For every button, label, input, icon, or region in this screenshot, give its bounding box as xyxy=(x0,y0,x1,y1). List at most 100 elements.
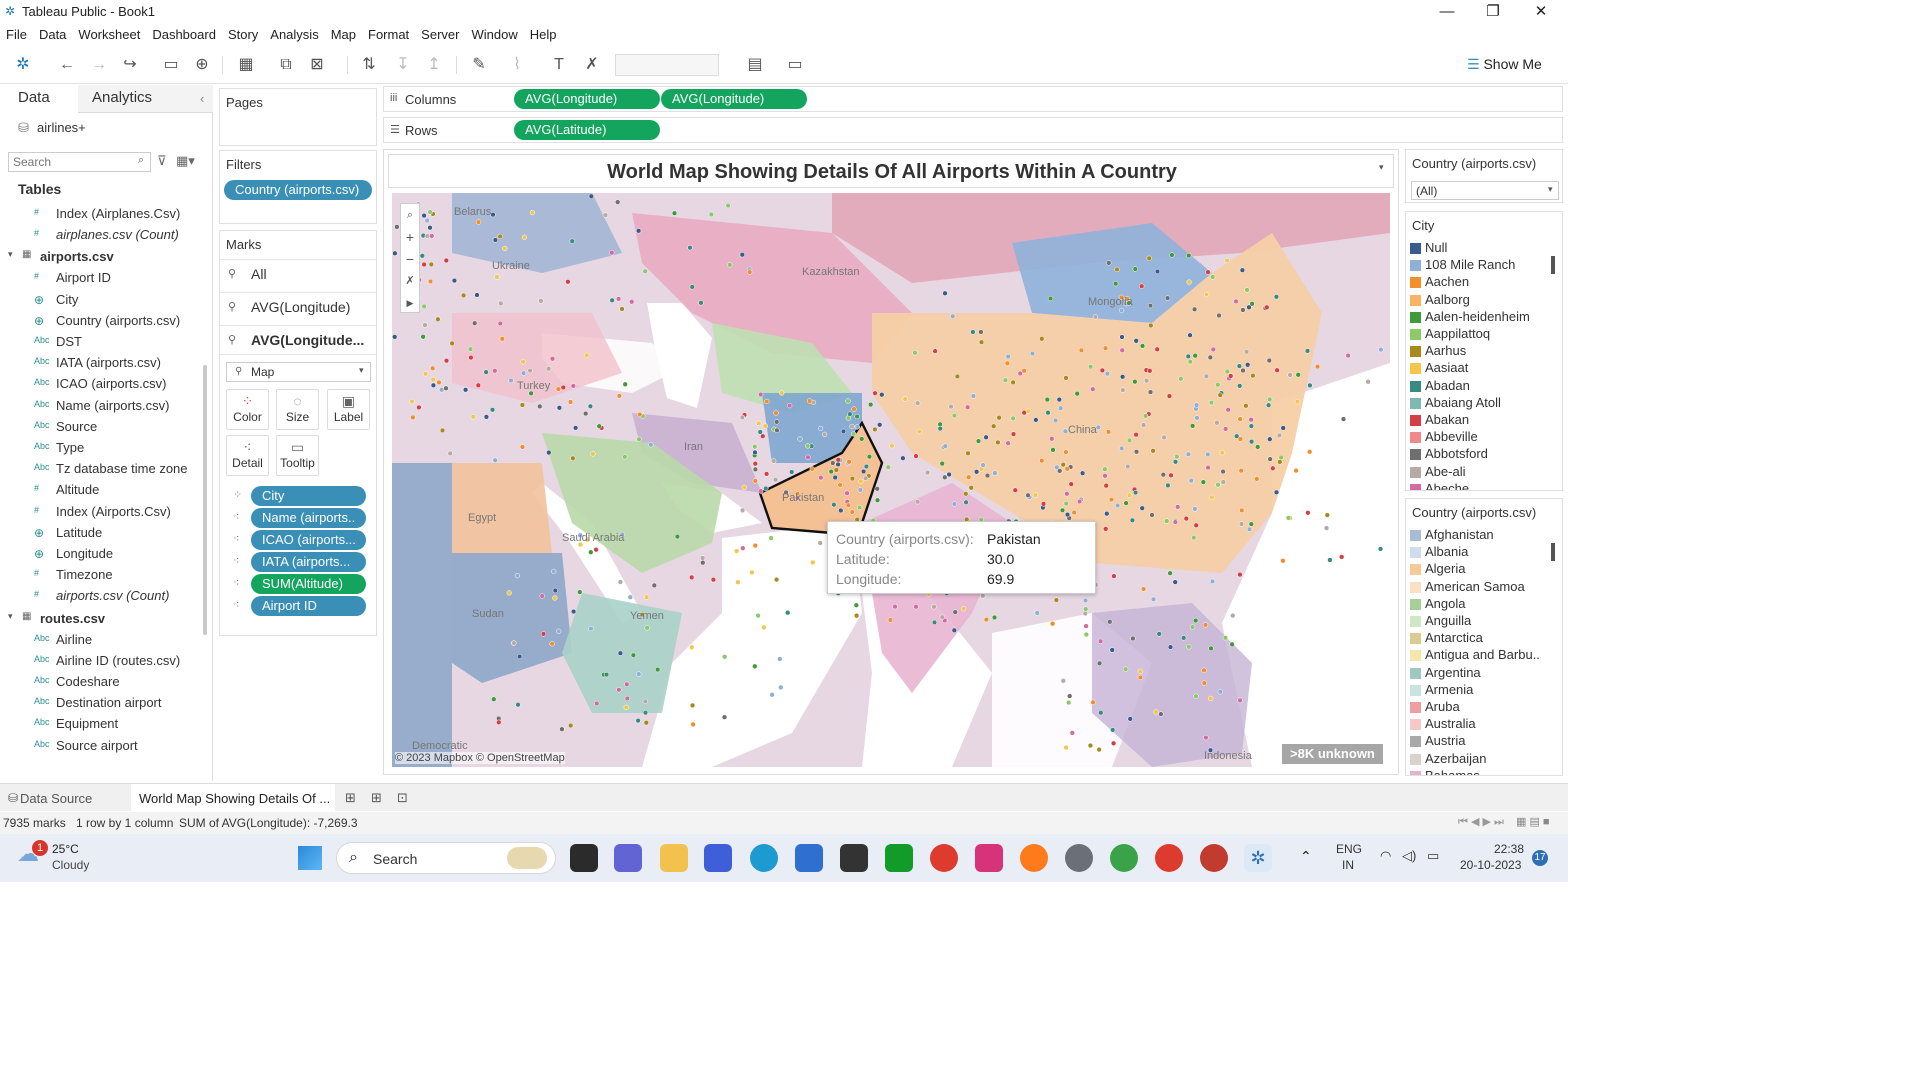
expand-toolbar-icon[interactable]: ▶ xyxy=(401,292,419,314)
airport-point[interactable] xyxy=(475,219,482,225)
columns-pill-2[interactable]: AVG(Longitude) xyxy=(661,89,807,109)
airport-point[interactable] xyxy=(560,384,566,391)
airport-point[interactable] xyxy=(1092,314,1099,320)
airport-point[interactable] xyxy=(1240,307,1246,313)
airport-point[interactable] xyxy=(1160,472,1166,478)
airport-point[interactable] xyxy=(763,471,770,477)
airport-point[interactable] xyxy=(1147,389,1154,395)
airport-point[interactable] xyxy=(785,610,791,616)
legend-item[interactable]: Aasiaat xyxy=(1410,360,1550,377)
airport-point[interactable] xyxy=(409,398,415,405)
airport-point[interactable] xyxy=(629,299,635,305)
mark-type-dropdown[interactable]: ⚲ Map ▾ xyxy=(226,362,371,382)
airport-point[interactable] xyxy=(845,502,852,508)
airport-point[interactable] xyxy=(1050,447,1056,453)
airport-point[interactable] xyxy=(708,211,714,218)
airport-point[interactable] xyxy=(424,217,430,224)
marks-layer-longitude-2[interactable]: ⚲ AVG(Longitude... xyxy=(220,325,376,355)
airport-point[interactable] xyxy=(671,210,678,216)
airport-point[interactable] xyxy=(449,340,455,347)
airport-point[interactable] xyxy=(570,455,576,461)
instagram-icon[interactable] xyxy=(975,844,1003,872)
taskbar-search-box[interactable]: ⌕ Search xyxy=(336,842,556,874)
airport-point[interactable] xyxy=(439,427,446,434)
airport-point[interactable] xyxy=(1021,368,1027,374)
airport-point[interactable] xyxy=(900,455,906,461)
legend-item[interactable]: Abaiang Atoll xyxy=(1410,395,1550,412)
airport-point[interactable] xyxy=(1220,479,1226,485)
airport-point[interactable] xyxy=(951,627,957,633)
airport-point[interactable] xyxy=(1205,451,1211,458)
airport-point[interactable] xyxy=(854,424,860,430)
airport-point[interactable] xyxy=(951,412,958,419)
airport-point[interactable] xyxy=(752,466,759,473)
airport-point[interactable] xyxy=(497,233,503,240)
airport-point[interactable] xyxy=(1208,695,1214,702)
airport-point[interactable] xyxy=(496,719,502,725)
weather-desc[interactable]: Cloudy xyxy=(52,858,89,872)
airport-point[interactable] xyxy=(602,212,609,218)
airport-point[interactable] xyxy=(774,427,780,434)
airport-point[interactable] xyxy=(1165,482,1171,489)
menu-dashboard[interactable]: Dashboard xyxy=(146,24,222,42)
airport-point[interactable] xyxy=(421,303,427,310)
airport-point[interactable] xyxy=(849,475,856,482)
airport-point[interactable] xyxy=(420,334,426,340)
airport-point[interactable] xyxy=(430,376,436,383)
legend-item[interactable]: 108 Mile Ranch xyxy=(1410,257,1550,274)
airport-point[interactable] xyxy=(540,631,547,637)
legend-item[interactable]: Abeche xyxy=(1410,481,1550,490)
airport-point[interactable] xyxy=(1103,526,1109,532)
airport-point[interactable] xyxy=(1240,367,1246,374)
airport-point[interactable] xyxy=(757,429,763,435)
airport-point[interactable] xyxy=(1186,252,1192,259)
airport-point[interactable] xyxy=(1053,597,1060,603)
settings-gear-icon[interactable] xyxy=(1065,844,1093,872)
pages-shelf[interactable]: Pages xyxy=(219,88,377,146)
airport-point[interactable] xyxy=(1147,368,1153,374)
airport-point[interactable] xyxy=(549,356,556,362)
airport-point[interactable] xyxy=(1273,294,1280,300)
airport-point[interactable] xyxy=(651,582,657,589)
airport-point[interactable] xyxy=(1103,483,1109,489)
airport-point[interactable] xyxy=(617,579,624,585)
airport-point[interactable] xyxy=(872,390,878,396)
airport-point[interactable] xyxy=(1106,260,1112,266)
airport-point[interactable] xyxy=(1150,448,1156,454)
airport-point[interactable] xyxy=(1280,558,1286,564)
airport-point[interactable] xyxy=(764,398,770,405)
airport-point[interactable] xyxy=(1274,367,1280,373)
airport-point[interactable] xyxy=(830,460,836,466)
airport-point[interactable] xyxy=(973,469,980,475)
airport-point[interactable] xyxy=(635,717,641,724)
view-mode-icons[interactable]: ▦ ▤ ■ xyxy=(1516,815,1550,828)
airport-point[interactable] xyxy=(1158,711,1164,717)
airport-point[interactable] xyxy=(596,423,602,429)
airport-point[interactable] xyxy=(1132,379,1138,385)
new-datasource-icon[interactable]: ⊕ xyxy=(191,54,213,76)
airport-point[interactable] xyxy=(569,238,575,244)
airport-point[interactable] xyxy=(1277,459,1283,465)
airport-point[interactable] xyxy=(854,413,860,420)
data-source-tab[interactable]: Data Source xyxy=(20,791,92,806)
airport-point[interactable] xyxy=(970,329,976,335)
airport-point[interactable] xyxy=(1150,596,1157,602)
field-item[interactable]: # Index (Airports.Csv) xyxy=(0,502,205,523)
airport-point[interactable] xyxy=(492,368,498,374)
airport-point[interactable] xyxy=(963,491,969,497)
airport-point[interactable] xyxy=(1203,734,1209,741)
airport-point[interactable] xyxy=(1207,354,1213,361)
language-line1[interactable]: ENG xyxy=(1336,842,1362,856)
airport-point[interactable] xyxy=(1064,491,1070,497)
airport-point[interactable] xyxy=(1200,479,1206,485)
show-me-button[interactable]: ☰ Show Me xyxy=(1467,56,1542,73)
airport-point[interactable] xyxy=(1314,363,1321,370)
airport-point[interactable] xyxy=(1280,425,1286,431)
airport-point[interactable] xyxy=(1133,338,1139,344)
airport-point[interactable] xyxy=(1217,689,1223,695)
airport-point[interactable] xyxy=(832,474,838,481)
edge-icon[interactable] xyxy=(750,844,778,872)
city-legend-scrollbar[interactable] xyxy=(1551,256,1555,274)
airport-point[interactable] xyxy=(978,339,985,345)
close-button[interactable]: ✕ xyxy=(1518,2,1564,22)
